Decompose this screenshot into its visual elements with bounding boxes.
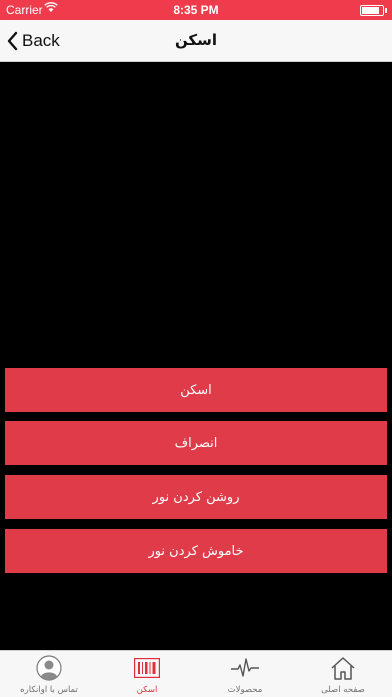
pulse-icon	[230, 655, 260, 681]
chevron-left-icon	[7, 31, 18, 50]
barcode-icon	[132, 655, 162, 681]
back-button[interactable]: Back	[6, 20, 60, 61]
back-label: Back	[22, 30, 60, 50]
tab-contact[interactable]: تماس با اوانکاره	[0, 651, 98, 697]
user-circle-icon	[34, 655, 64, 681]
home-icon	[328, 655, 358, 681]
tab-products-label: محصولات	[227, 685, 263, 695]
tab-home[interactable]: صفحه اصلی	[294, 651, 392, 697]
light-off-button[interactable]: خاموش کردن نور	[5, 529, 387, 573]
tab-bar: تماس با اوانکاره اسکن محصولات صفحه اصلی	[0, 650, 392, 697]
light-on-button[interactable]: روشن کردن نور	[5, 475, 387, 519]
status-bar: Carrier 8:35 PM	[0, 0, 392, 20]
navigation-bar: Back اسکن	[0, 20, 392, 62]
status-time: 8:35 PM	[173, 3, 219, 17]
tab-contact-label: تماس با اوانکاره	[20, 685, 78, 695]
scan-button[interactable]: اسکن	[5, 368, 387, 412]
tab-products[interactable]: محصولات	[196, 651, 294, 697]
tab-scan[interactable]: اسکن	[98, 651, 196, 697]
cancel-button[interactable]: انصراف	[5, 421, 387, 465]
tab-home-label: صفحه اصلی	[321, 685, 365, 695]
battery-icon	[360, 5, 387, 16]
tab-scan-label: اسکن	[136, 685, 158, 695]
